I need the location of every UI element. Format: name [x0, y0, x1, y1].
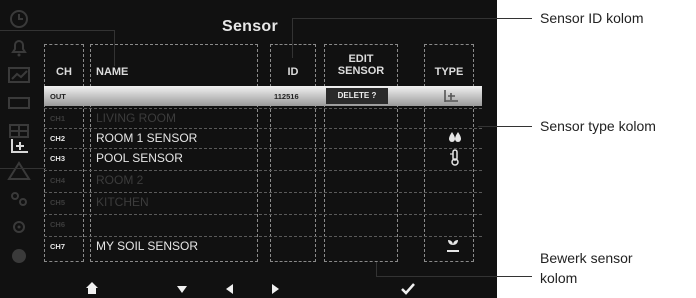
header-edit-line2: SENSOR	[337, 65, 385, 77]
callout-line-edit	[376, 276, 532, 277]
row-ch: CH3	[50, 154, 66, 163]
tools-icon[interactable]	[6, 188, 32, 210]
row-ch: CH5	[50, 198, 66, 207]
header-type: TYPE	[434, 66, 464, 78]
row-name: KITCHEN	[96, 195, 149, 209]
row-id: 112516	[274, 92, 299, 101]
row-name: POOL SENSOR	[96, 151, 183, 165]
callout-sensor-id: Sensor ID kolom	[540, 10, 644, 26]
sidebar	[0, 0, 42, 280]
settings-icon[interactable]	[6, 216, 32, 238]
display-icon[interactable]	[6, 92, 32, 114]
warning-icon[interactable]	[6, 160, 32, 182]
callout-edit-line1: Bewerk sensor	[540, 250, 633, 266]
row-ch: CH1	[50, 114, 66, 123]
row-ch: CH2	[50, 134, 66, 143]
table-row[interactable]: CH3 POOL SENSOR	[44, 148, 482, 168]
right-arrow-icon[interactable]	[267, 280, 283, 298]
header-name: NAME	[96, 66, 129, 78]
callout-line-left-top	[0, 30, 114, 31]
clock-icon[interactable]	[6, 8, 32, 30]
humidity-drops-icon	[448, 129, 462, 148]
check-icon[interactable]	[400, 280, 416, 298]
left-arrow-icon[interactable]	[222, 280, 238, 298]
device-screen: Sensor CH NAME ID EDIT SENSOR TYPE OUT 1…	[0, 0, 497, 298]
power-icon[interactable]	[6, 244, 32, 266]
bottom-nav	[42, 280, 497, 298]
delete-button[interactable]: DELETE ?	[326, 88, 388, 104]
callout-line-left-top-vertical	[114, 30, 115, 66]
table-row[interactable]: OUT 112516 DELETE ?	[44, 86, 482, 106]
callout-edit-line2: kolom	[540, 270, 578, 286]
table-row[interactable]: CH7 MY SOIL SENSOR	[44, 236, 482, 256]
chart-icon[interactable]	[6, 64, 32, 86]
callout-line-left-bottom	[0, 168, 46, 169]
table-row[interactable]: CH1 LIVING ROOM	[44, 108, 482, 128]
row-name: ROOM 1 SENSOR	[96, 131, 198, 145]
callout-line-sensor-id	[292, 18, 532, 19]
down-arrow-icon[interactable]	[174, 280, 190, 298]
sensor-small-icon	[442, 88, 460, 107]
row-name: ROOM 2	[96, 173, 144, 187]
row-ch: OUT	[50, 92, 66, 101]
header-edit-line1: EDIT	[348, 53, 374, 65]
row-ch: CH6	[50, 220, 66, 229]
row-ch: CH7	[50, 242, 66, 251]
thermometer-icon	[448, 148, 462, 169]
table-row[interactable]: CH4 ROOM 2	[44, 170, 482, 190]
header-ch: CH	[56, 66, 72, 78]
row-ch: CH4	[50, 176, 66, 185]
row-name: MY SOIL SENSOR	[96, 239, 199, 253]
callout-line-edit-vertical	[376, 262, 377, 276]
sensor-icon[interactable]	[6, 134, 32, 156]
bell-icon[interactable]	[6, 36, 32, 58]
table-row[interactable]: CH2 ROOM 1 SENSOR	[44, 128, 482, 148]
table-row[interactable]: CH6	[44, 214, 482, 234]
table-row[interactable]: CH5 KITCHEN	[44, 192, 482, 212]
header-id: ID	[287, 66, 299, 78]
callout-sensor-type: Sensor type kolom	[540, 118, 656, 134]
home-icon[interactable]	[84, 280, 100, 298]
soil-plant-icon	[444, 237, 462, 256]
page-title: Sensor	[221, 18, 279, 35]
row-name: LIVING ROOM	[96, 111, 177, 125]
callout-line-sensor-type	[478, 126, 532, 127]
callout-line-sensor-id-vertical	[292, 18, 293, 58]
